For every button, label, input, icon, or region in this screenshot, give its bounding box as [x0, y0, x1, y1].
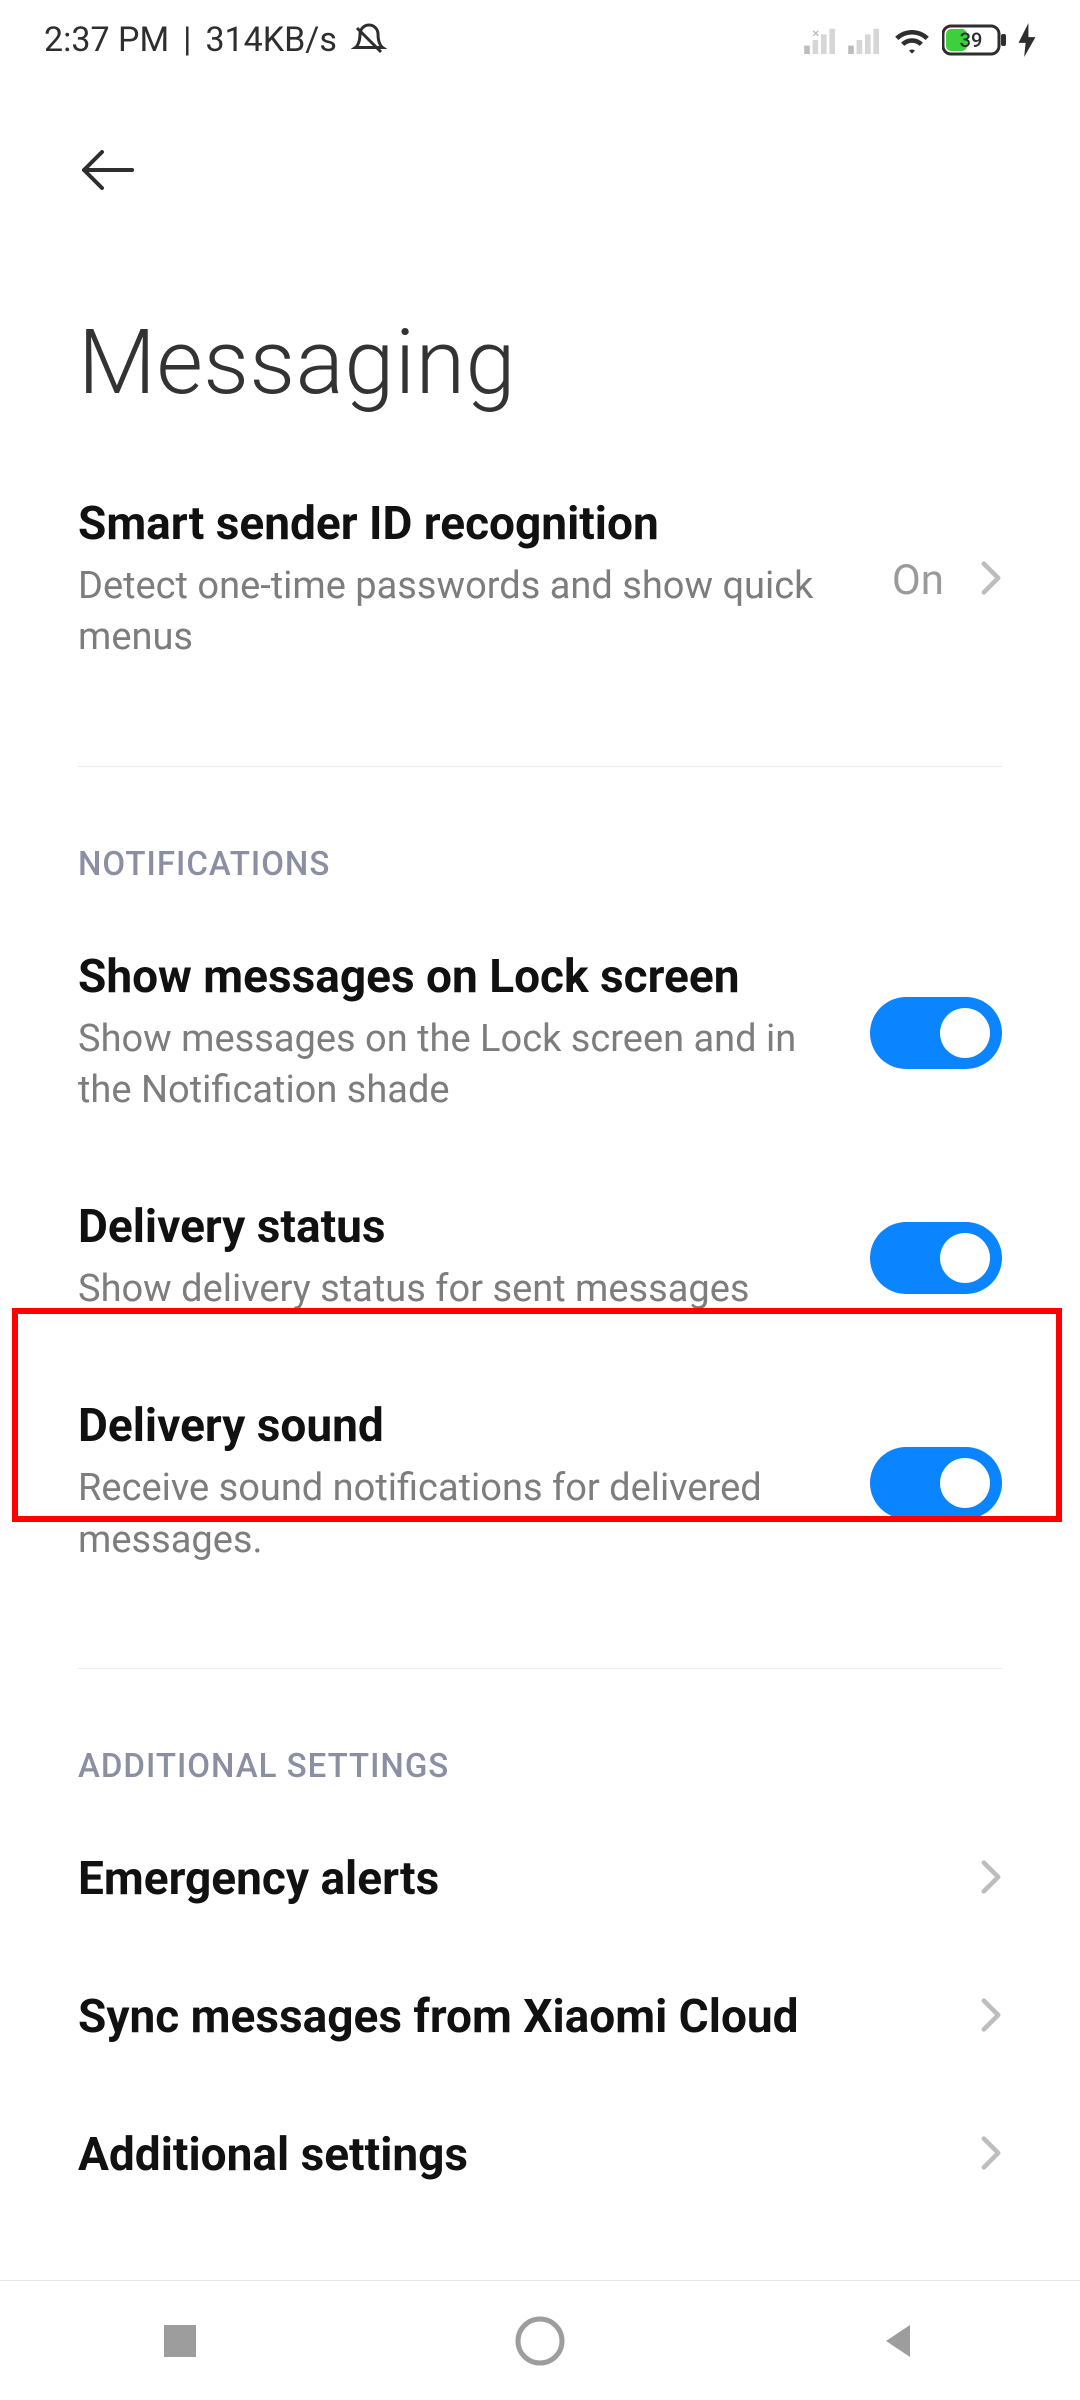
row-title: Show messages on Lock screen	[78, 950, 840, 1004]
nav-recent-button[interactable]	[80, 2281, 280, 2400]
section-header-additional: ADDITIONAL SETTINGS	[0, 1669, 1080, 1810]
row-title: Smart sender ID recognition	[78, 497, 862, 551]
row-smart-sender-id[interactable]: Smart sender ID recognition Detect one-t…	[0, 455, 1080, 706]
toggle-delivery-status[interactable]	[870, 1222, 1002, 1294]
back-button[interactable]	[78, 140, 138, 200]
status-time: 2:37 PM	[44, 20, 169, 60]
chevron-right-icon	[980, 560, 1002, 600]
triangle-left-icon	[880, 2321, 920, 2361]
page-title: Messaging	[0, 230, 1080, 455]
toggle-delivery-sound[interactable]	[870, 1447, 1002, 1519]
row-title: Additional settings	[78, 2128, 950, 2182]
row-lock-screen[interactable]: Show messages on Lock screen Show messag…	[0, 908, 1080, 1159]
status-network-speed: 314KB/s	[205, 20, 336, 60]
row-title: Emergency alerts	[78, 1852, 950, 1906]
row-delivery-sound[interactable]: Delivery sound Receive sound notificatio…	[0, 1357, 1080, 1608]
row-additional-settings[interactable]: Additional settings	[0, 2086, 1080, 2224]
system-nav-bar	[0, 2280, 1080, 2400]
app-bar	[0, 80, 1080, 230]
chevron-right-icon	[980, 1997, 1002, 2037]
battery-icon: 39	[942, 23, 1008, 57]
row-delivery-status[interactable]: Delivery status Show delivery status for…	[0, 1158, 1080, 1357]
nav-back-button[interactable]	[800, 2281, 1000, 2400]
square-icon	[160, 2321, 200, 2361]
signal-2-icon	[848, 26, 882, 54]
status-right: 39	[804, 23, 1036, 57]
chevron-right-icon	[980, 2135, 1002, 2175]
status-separator: |	[183, 20, 191, 60]
row-value: On	[892, 556, 944, 605]
wifi-icon	[892, 24, 932, 56]
dnd-icon	[351, 22, 387, 58]
section-header-notifications: NOTIFICATIONS	[0, 767, 1080, 908]
row-subtitle: Show delivery status for sent messages	[78, 1264, 840, 1315]
settings-list: Smart sender ID recognition Detect one-t…	[0, 455, 1080, 2224]
toggle-lock-screen[interactable]	[870, 997, 1002, 1069]
back-arrow-icon	[80, 148, 136, 192]
row-title: Delivery status	[78, 1200, 840, 1254]
chevron-right-icon	[980, 1859, 1002, 1899]
row-subtitle: Receive sound notifications for delivere…	[78, 1463, 840, 1566]
row-subtitle: Show messages on the Lock screen and in …	[78, 1014, 840, 1117]
status-left: 2:37 PM | 314KB/s	[44, 20, 387, 60]
row-subtitle: Detect one-time passwords and show quick…	[78, 561, 862, 664]
row-title: Delivery sound	[78, 1399, 840, 1453]
status-bar: 2:37 PM | 314KB/s	[0, 0, 1080, 80]
signal-1-icon	[804, 26, 838, 54]
row-sync-xiaomi-cloud[interactable]: Sync messages from Xiaomi Cloud	[0, 1948, 1080, 2086]
charging-icon	[1018, 23, 1036, 57]
row-emergency-alerts[interactable]: Emergency alerts	[0, 1810, 1080, 1948]
nav-home-button[interactable]	[440, 2281, 640, 2400]
row-title: Sync messages from Xiaomi Cloud	[78, 1990, 950, 2044]
circle-icon	[514, 2315, 566, 2367]
battery-percent: 39	[942, 28, 1000, 52]
